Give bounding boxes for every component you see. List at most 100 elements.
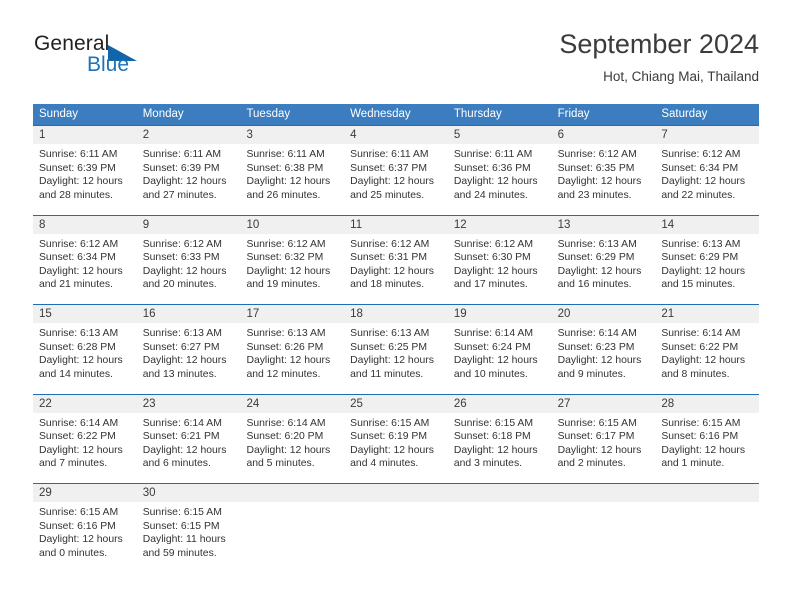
day-number: 14 bbox=[655, 215, 760, 234]
calendar-grid: Sunday Monday Tuesday Wednesday Thursday… bbox=[33, 104, 760, 573]
day-cell[interactable]: 16 Sunrise: 6:13 AM Sunset: 6:27 PM Dayl… bbox=[136, 305, 241, 394]
sunrise-text: Sunrise: 6:13 AM bbox=[557, 238, 637, 250]
daylight-text-line1: Daylight: 12 hours bbox=[350, 355, 434, 367]
day-cell[interactable]: 29 Sunrise: 6:15 AM Sunset: 6:16 PM Dayl… bbox=[33, 484, 137, 573]
day-cell[interactable]: 7 Sunrise: 6:12 AM Sunset: 6:34 PM Dayli… bbox=[655, 126, 760, 215]
sunset-text: Sunset: 6:37 PM bbox=[350, 162, 427, 174]
daylight-text-line2: and 10 minutes. bbox=[453, 368, 528, 380]
daylight-text-line2: and 2 minutes. bbox=[557, 458, 626, 470]
day-details: Sunrise: 6:13 AM Sunset: 6:28 PM Dayligh… bbox=[33, 323, 137, 381]
day-cell[interactable]: 19 Sunrise: 6:14 AM Sunset: 6:24 PM Dayl… bbox=[447, 305, 552, 394]
daylight-text-line2: and 0 minutes. bbox=[39, 547, 108, 559]
day-cell[interactable]: 5 Sunrise: 6:11 AM Sunset: 6:36 PM Dayli… bbox=[447, 126, 552, 215]
sunrise-text: Sunrise: 6:15 AM bbox=[142, 507, 222, 518]
daylight-text-line1: Daylight: 12 hours bbox=[142, 176, 227, 188]
page-title: September 2024 bbox=[559, 29, 759, 59]
day-cell[interactable]: 10 Sunrise: 6:12 AM Sunset: 6:32 PM Dayl… bbox=[240, 215, 345, 304]
day-cell[interactable]: 26 Sunrise: 6:15 AM Sunset: 6:18 PM Dayl… bbox=[447, 394, 552, 483]
day-details: Sunrise: 6:14 AM Sunset: 6:21 PM Dayligh… bbox=[137, 413, 241, 471]
daylight-text-line2: and 22 minutes. bbox=[661, 189, 736, 201]
day-number: 13 bbox=[551, 215, 656, 234]
day-number: 1 bbox=[33, 126, 137, 144]
day-cell[interactable]: 4 Sunrise: 6:11 AM Sunset: 6:37 PM Dayli… bbox=[344, 126, 448, 215]
day-details bbox=[240, 502, 344, 506]
week-row: 29 Sunrise: 6:15 AM Sunset: 6:16 PM Dayl… bbox=[33, 483, 760, 573]
daylight-text-line2: and 12 minutes. bbox=[246, 368, 321, 380]
daylight-text-line2: and 4 minutes. bbox=[350, 458, 419, 470]
general-blue-logo: General Blue bbox=[33, 32, 213, 88]
day-number: 25 bbox=[344, 394, 448, 413]
day-number: 6 bbox=[551, 126, 656, 144]
sunrise-text: Sunrise: 6:13 AM bbox=[39, 328, 119, 339]
day-details: Sunrise: 6:13 AM Sunset: 6:29 PM Dayligh… bbox=[655, 234, 759, 292]
day-cell[interactable]: 28 Sunrise: 6:15 AM Sunset: 6:16 PM Dayl… bbox=[655, 394, 760, 483]
sunset-text: Sunset: 6:22 PM bbox=[39, 431, 116, 443]
day-details: Sunrise: 6:15 AM Sunset: 6:16 PM Dayligh… bbox=[33, 502, 137, 560]
sunrise-text: Sunrise: 6:13 AM bbox=[661, 238, 741, 250]
day-cell[interactable]: 23 Sunrise: 6:14 AM Sunset: 6:21 PM Dayl… bbox=[136, 394, 241, 483]
daylight-text-line1: Daylight: 12 hours bbox=[142, 444, 227, 456]
day-cell[interactable]: 21 Sunrise: 6:14 AM Sunset: 6:22 PM Dayl… bbox=[655, 305, 760, 394]
day-details: Sunrise: 6:13 AM Sunset: 6:27 PM Dayligh… bbox=[137, 323, 241, 381]
daylight-text-line1: Daylight: 11 hours bbox=[142, 534, 226, 546]
day-cell[interactable]: 17 Sunrise: 6:13 AM Sunset: 6:26 PM Dayl… bbox=[240, 305, 345, 394]
day-cell[interactable]: 11 Sunrise: 6:12 AM Sunset: 6:31 PM Dayl… bbox=[344, 215, 448, 304]
sunset-text: Sunset: 6:19 PM bbox=[350, 431, 427, 443]
sunrise-text: Sunrise: 6:11 AM bbox=[39, 149, 118, 160]
day-details: Sunrise: 6:13 AM Sunset: 6:25 PM Dayligh… bbox=[344, 323, 448, 381]
day-cell[interactable]: 12 Sunrise: 6:12 AM Sunset: 6:30 PM Dayl… bbox=[447, 215, 552, 304]
day-cell[interactable]: 14 Sunrise: 6:13 AM Sunset: 6:29 PM Dayl… bbox=[655, 215, 760, 304]
day-cell[interactable]: 13 Sunrise: 6:13 AM Sunset: 6:29 PM Dayl… bbox=[551, 215, 656, 304]
day-cell[interactable]: 9 Sunrise: 6:12 AM Sunset: 6:33 PM Dayli… bbox=[136, 215, 241, 304]
title-block: September 2024 Hot, Chiang Mai, Thailand bbox=[559, 28, 759, 87]
day-details: Sunrise: 6:12 AM Sunset: 6:31 PM Dayligh… bbox=[344, 234, 448, 292]
sunset-text: Sunset: 6:20 PM bbox=[246, 431, 324, 443]
sunset-text: Sunset: 6:17 PM bbox=[557, 431, 635, 443]
day-cell[interactable]: 15 Sunrise: 6:13 AM Sunset: 6:28 PM Dayl… bbox=[33, 305, 137, 394]
day-details: Sunrise: 6:12 AM Sunset: 6:34 PM Dayligh… bbox=[33, 234, 137, 292]
day-details: Sunrise: 6:14 AM Sunset: 6:22 PM Dayligh… bbox=[655, 323, 759, 381]
day-details: Sunrise: 6:13 AM Sunset: 6:26 PM Dayligh… bbox=[240, 323, 344, 381]
day-cell[interactable]: 20 Sunrise: 6:14 AM Sunset: 6:23 PM Dayl… bbox=[551, 305, 656, 394]
day-cell[interactable]: 24 Sunrise: 6:14 AM Sunset: 6:20 PM Dayl… bbox=[240, 394, 345, 483]
day-number: 2 bbox=[136, 126, 241, 144]
sunset-text: Sunset: 6:34 PM bbox=[661, 162, 739, 174]
sunrise-text: Sunrise: 6:12 AM bbox=[142, 238, 222, 250]
day-cell[interactable]: 8 Sunrise: 6:12 AM Sunset: 6:34 PM Dayli… bbox=[33, 215, 137, 304]
daylight-text-line1: Daylight: 12 hours bbox=[246, 444, 331, 456]
day-cell[interactable]: 22 Sunrise: 6:14 AM Sunset: 6:22 PM Dayl… bbox=[33, 394, 137, 483]
day-cell bbox=[240, 484, 345, 573]
daylight-text-line1: Daylight: 12 hours bbox=[142, 355, 227, 367]
daylight-text-line2: and 1 minute. bbox=[661, 458, 725, 470]
daylight-text-line1: Daylight: 12 hours bbox=[350, 444, 434, 456]
day-cell[interactable]: 6 Sunrise: 6:12 AM Sunset: 6:35 PM Dayli… bbox=[551, 126, 656, 215]
daylight-text-line1: Daylight: 12 hours bbox=[246, 265, 331, 277]
day-number: 30 bbox=[136, 484, 241, 502]
daylight-text-line2: and 8 minutes. bbox=[661, 368, 730, 380]
sunset-text: Sunset: 6:21 PM bbox=[142, 431, 220, 443]
sunset-text: Sunset: 6:30 PM bbox=[453, 252, 531, 264]
calendar-page: General Blue September 2024 Hot, Chiang … bbox=[0, 0, 792, 612]
daylight-text-line1: Daylight: 12 hours bbox=[39, 176, 123, 188]
day-cell[interactable]: 3 Sunrise: 6:11 AM Sunset: 6:38 PM Dayli… bbox=[240, 126, 345, 215]
day-number: 15 bbox=[33, 305, 137, 323]
day-cell[interactable]: 1 Sunrise: 6:11 AM Sunset: 6:39 PM Dayli… bbox=[33, 126, 137, 215]
sunset-text: Sunset: 6:29 PM bbox=[661, 252, 739, 264]
daylight-text-line2: and 3 minutes. bbox=[453, 458, 523, 470]
day-cell[interactable]: 27 Sunrise: 6:15 AM Sunset: 6:17 PM Dayl… bbox=[551, 394, 656, 483]
day-details: Sunrise: 6:15 AM Sunset: 6:15 PM Dayligh… bbox=[137, 502, 241, 560]
sunrise-text: Sunrise: 6:14 AM bbox=[557, 328, 637, 339]
daylight-text-line2: and 26 minutes. bbox=[246, 189, 321, 201]
day-cell[interactable]: 25 Sunrise: 6:15 AM Sunset: 6:19 PM Dayl… bbox=[344, 394, 448, 483]
day-cell[interactable]: 2 Sunrise: 6:11 AM Sunset: 6:39 PM Dayli… bbox=[136, 126, 241, 215]
weekday-header-saturday: Saturday bbox=[661, 108, 708, 120]
day-cell[interactable]: 18 Sunrise: 6:13 AM Sunset: 6:25 PM Dayl… bbox=[344, 305, 448, 394]
daylight-text-line1: Daylight: 12 hours bbox=[453, 444, 538, 456]
day-details: Sunrise: 6:11 AM Sunset: 6:38 PM Dayligh… bbox=[240, 144, 344, 202]
sunset-text: Sunset: 6:25 PM bbox=[350, 341, 427, 353]
weekday-header-monday: Monday bbox=[142, 108, 184, 120]
page-subtitle: Hot, Chiang Mai, Thailand bbox=[603, 69, 759, 84]
sunset-text: Sunset: 6:39 PM bbox=[39, 162, 116, 174]
day-cell[interactable]: 30 Sunrise: 6:15 AM Sunset: 6:15 PM Dayl… bbox=[136, 484, 241, 573]
day-number: 11 bbox=[344, 215, 448, 234]
